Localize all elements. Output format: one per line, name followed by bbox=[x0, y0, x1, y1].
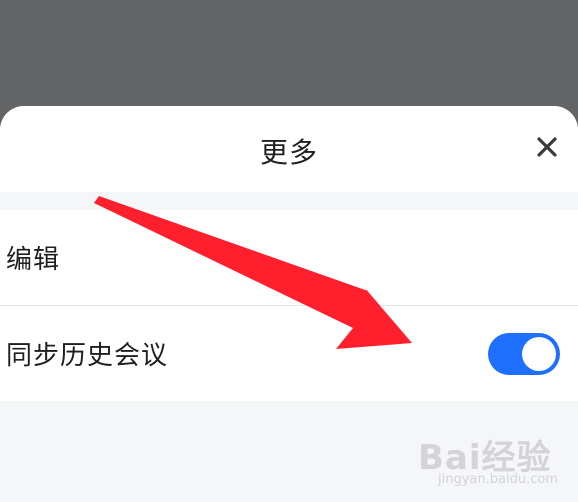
edit-row[interactable]: 编辑 bbox=[0, 210, 578, 305]
sync-history-meetings-toggle[interactable] bbox=[488, 332, 560, 375]
close-icon bbox=[537, 137, 557, 157]
edit-label: 编辑 bbox=[6, 245, 61, 275]
sync-history-meetings-label: 同步历史会议 bbox=[6, 341, 169, 371]
section-gap bbox=[0, 192, 578, 210]
options-list: 编辑 同步历史会议 bbox=[0, 210, 578, 401]
watermark-sub: jingyan.baidu.com bbox=[438, 472, 558, 487]
baidu-jingyan-watermark: Bai经验 jingyan.baidu.com bbox=[418, 426, 568, 496]
sync-history-meetings-row[interactable]: 同步历史会议 bbox=[0, 305, 578, 401]
sheet-title: 更多 bbox=[259, 136, 318, 169]
close-button[interactable] bbox=[534, 134, 560, 160]
dim-overlay[interactable] bbox=[0, 0, 578, 106]
sheet-header: 更多 bbox=[0, 106, 578, 192]
toggle-knob bbox=[522, 336, 556, 371]
